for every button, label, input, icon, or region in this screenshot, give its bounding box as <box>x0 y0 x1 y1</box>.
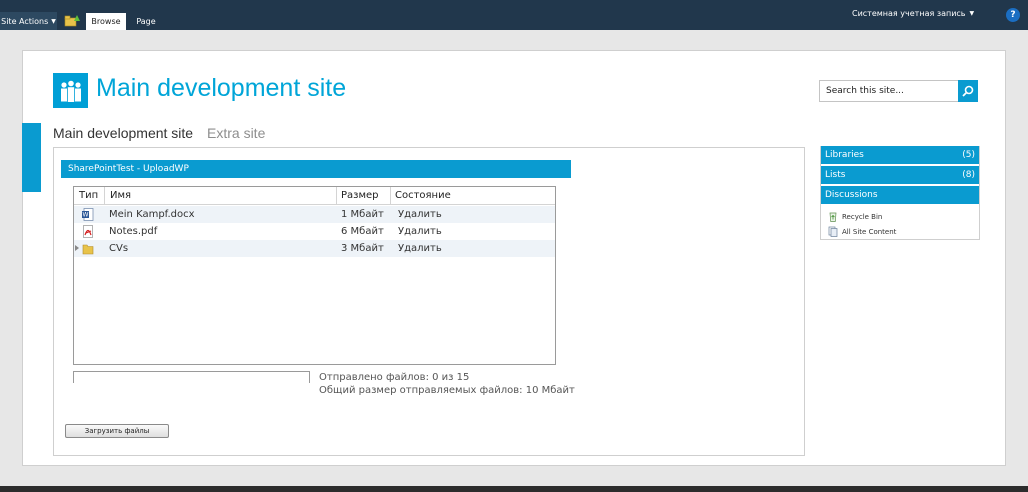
file-size: 6 Мбайт <box>341 226 384 237</box>
file-name: CVs <box>109 243 129 254</box>
site-logo[interactable] <box>53 73 88 108</box>
quicklaunch-link-label: Recycle Bin <box>842 212 883 221</box>
column-header-status: Состояние <box>391 187 555 205</box>
file-name: Mein Kampf.docx <box>109 209 195 220</box>
quicklaunch-label: Lists <box>825 170 846 180</box>
quicklaunch-discussions[interactable]: Discussions <box>821 186 979 204</box>
site-actions-menu[interactable]: Site Actions ▼ <box>0 12 57 30</box>
column-header-type: Тип <box>74 187 104 205</box>
table-row[interactable]: CVs 3 Мбайт Удалить <box>74 240 555 257</box>
search-icon <box>962 85 974 97</box>
site-actions-label: Site Actions <box>1 16 49 26</box>
quicklaunch-link-label: All Site Content <box>842 227 897 236</box>
recycle-bin-icon <box>829 212 837 222</box>
site-title[interactable]: Main development site <box>96 74 346 103</box>
total-size-status: Общий размер отправляемых файлов: 10 Мба… <box>319 385 575 396</box>
file-name: Notes.pdf <box>109 226 158 237</box>
delete-link[interactable]: Удалить <box>398 206 442 223</box>
delete-link[interactable]: Удалить <box>398 240 442 257</box>
accent-bar <box>22 123 41 192</box>
topnav-extra-site[interactable]: Extra site <box>207 125 265 141</box>
word-document-icon: W <box>82 208 94 221</box>
quicklaunch-label: Libraries <box>825 150 864 160</box>
tab-page[interactable]: Page <box>130 13 162 30</box>
topnav-main-site[interactable]: Main development site <box>53 125 193 141</box>
pdf-file-icon <box>82 225 94 238</box>
folder-icon <box>82 242 94 255</box>
file-size: 3 Мбайт <box>341 243 384 254</box>
quicklaunch-count: (8) <box>962 170 975 180</box>
delete-link[interactable]: Удалить <box>398 223 442 240</box>
site-content-icon <box>828 226 838 237</box>
bottom-border <box>0 486 1028 492</box>
table-row[interactable]: W Mein Kampf.docx 1 Мбайт Удалить <box>74 206 555 223</box>
quicklaunch-lists[interactable]: Lists (8) <box>821 166 979 184</box>
navigate-up-icon[interactable] <box>64 13 80 27</box>
user-menu[interactable]: Системная учетная запись ▼ <box>852 9 974 18</box>
column-header-size: Размер <box>337 187 391 205</box>
quicklaunch-libraries[interactable]: Libraries (5) <box>821 146 979 164</box>
people-icon <box>60 80 81 102</box>
expand-arrow-icon[interactable] <box>75 245 79 251</box>
sent-files-status: Отправлено файлов: 0 из 15 <box>319 372 470 383</box>
svg-text:W: W <box>83 212 89 219</box>
quicklaunch-count: (5) <box>962 150 975 160</box>
help-icon[interactable]: ? <box>1006 8 1020 22</box>
table-row[interactable]: Notes.pdf 6 Мбайт Удалить <box>74 223 555 240</box>
chevron-down-icon: ▼ <box>969 10 975 17</box>
tab-browse[interactable]: Browse <box>86 13 126 30</box>
chevron-down-icon: ▼ <box>51 17 56 25</box>
column-header-name: Имя <box>104 187 337 205</box>
upload-progress-bar <box>73 371 310 383</box>
file-size: 1 Мбайт <box>341 209 384 220</box>
upload-file-table: Тип Имя Размер Состояние W Mein Kampf.do… <box>73 186 556 365</box>
upload-files-button[interactable]: Загрузить файлы <box>65 424 169 438</box>
user-name: Системная учетная запись <box>852 9 966 18</box>
search-button[interactable] <box>958 80 978 102</box>
recycle-bin-link[interactable]: Recycle Bin <box>828 211 882 222</box>
all-site-content-link[interactable]: All Site Content <box>828 226 896 237</box>
search-input[interactable] <box>819 80 959 102</box>
quicklaunch-label: Discussions <box>825 190 878 200</box>
webpart-title: SharePointTest - UploadWP <box>61 160 571 178</box>
